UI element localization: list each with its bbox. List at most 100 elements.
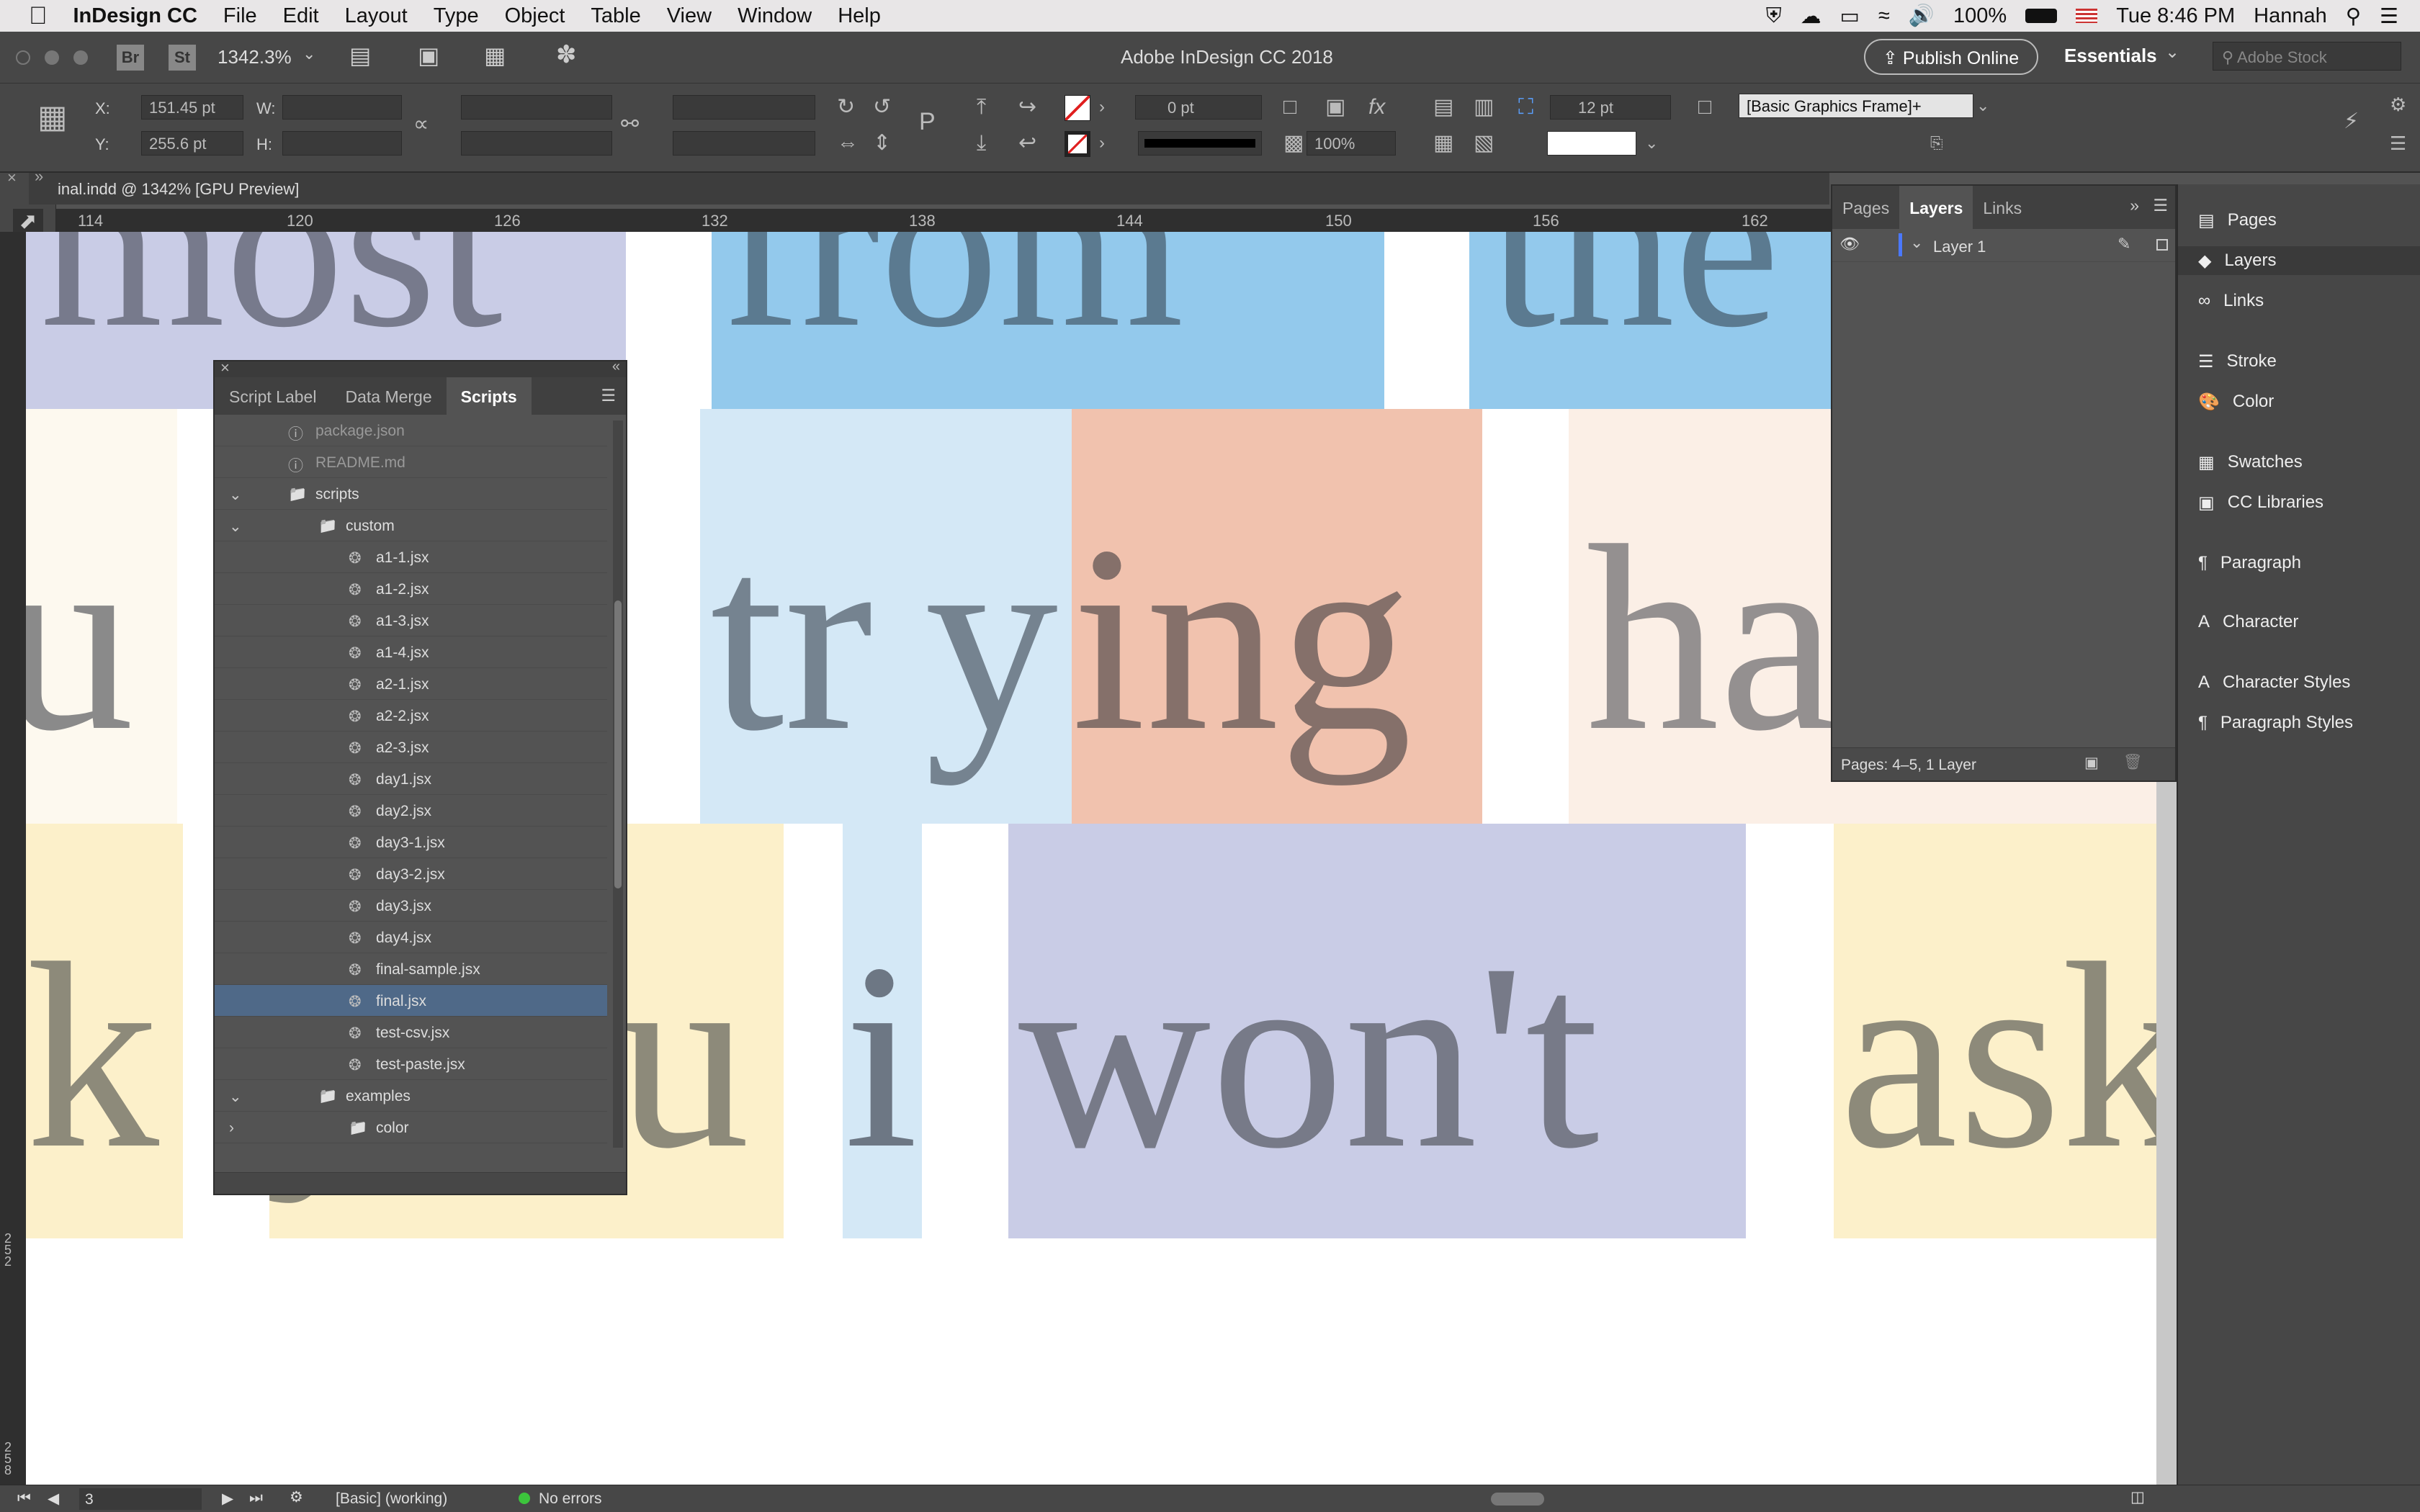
menu-layout[interactable]: Layout: [345, 4, 408, 28]
drop-shadow-icon[interactable]: ▣: [1325, 95, 1345, 120]
menu-table[interactable]: Table: [591, 4, 640, 28]
corner-size-field[interactable]: 12 pt: [1550, 95, 1671, 120]
script-row[interactable]: ❂ a1-2.jsx: [215, 573, 607, 605]
align-bottom-icon[interactable]: ▧: [1474, 131, 1494, 156]
stock-button[interactable]: St: [169, 45, 196, 71]
script-row[interactable]: ❂ day3-1.jsx: [215, 827, 607, 858]
horizontal-ruler[interactable]: 114 120 126 132 138 144 150 156 162: [56, 209, 1835, 232]
menu-edit[interactable]: Edit: [283, 4, 319, 28]
chevron-down-icon[interactable]: ⌄: [229, 1088, 242, 1106]
shield-icon[interactable]: ⛨: [1766, 4, 1782, 28]
script-row[interactable]: ❂ day4.jsx: [215, 922, 607, 953]
script-row[interactable]: ❂ day1.jsx: [215, 763, 607, 795]
script-row[interactable]: ❂ day3-2.jsx: [215, 858, 607, 890]
script-folder-row[interactable]: › 📁 color: [215, 1112, 607, 1143]
tab-data-merge[interactable]: Data Merge: [331, 377, 446, 415]
first-page-icon[interactable]: ⏮: [17, 1490, 31, 1507]
control-menu-icon[interactable]: ☰: [2390, 131, 2406, 156]
script-row[interactable]: ❂ final-sample.jsx: [215, 953, 607, 985]
panel-menu-icon[interactable]: ☰: [591, 377, 626, 415]
align-justify-icon[interactable]: ▦: [1433, 131, 1453, 156]
publish-feather-icon[interactable]: ✽: [556, 40, 577, 69]
stroke-swatch[interactable]: [1065, 131, 1090, 157]
tab-layers[interactable]: Layers: [1899, 186, 1973, 229]
creative-cloud-icon[interactable]: ☁: [1801, 4, 1821, 29]
battery-percent[interactable]: 100%: [1953, 4, 2007, 28]
flip-horizontal-icon[interactable]: ⇔: [837, 131, 859, 156]
rotation-field[interactable]: [673, 95, 815, 120]
apple-menu-icon[interactable]: : [29, 2, 48, 30]
workspace-switcher[interactable]: Essentials: [2064, 45, 2157, 67]
script-row[interactable]: ❂ a1-3.jsx: [215, 605, 607, 636]
script-row[interactable]: ❂ day2.jsx: [215, 795, 607, 827]
view-options-icon[interactable]: ▤: [349, 42, 371, 69]
stroke-type-select[interactable]: [1138, 131, 1262, 156]
chevron-right-icon[interactable]: ›: [229, 1120, 234, 1137]
corner-shape-select[interactable]: [1547, 131, 1636, 156]
tab-scripts[interactable]: Scripts: [446, 377, 532, 415]
dock-character-styles[interactable]: A Character Styles: [2198, 668, 2350, 697]
script-folder-row[interactable]: ⌄ 📁 examples: [215, 1080, 607, 1112]
object-style-icon[interactable]: □: [1698, 95, 1711, 120]
align-center-icon[interactable]: ▥: [1474, 95, 1494, 120]
preflight-profile[interactable]: [Basic] (working): [336, 1490, 447, 1508]
fill-arrow-icon[interactable]: ›: [1099, 95, 1105, 120]
chevron-down-icon[interactable]: ⌄: [229, 486, 242, 504]
wifi-icon[interactable]: ≈: [1878, 4, 1890, 28]
dock-links[interactable]: ∞ Links: [2198, 287, 2264, 315]
maximize-window-button[interactable]: [73, 50, 88, 65]
document-tab[interactable]: inal.indd @ 1342% [GPU Preview]: [29, 173, 1829, 204]
next-page-icon[interactable]: ▶: [222, 1490, 233, 1508]
script-row[interactable]: ❂ a1-4.jsx: [215, 636, 607, 668]
canvas-word[interactable]: i: [844, 923, 918, 1189]
link-scale-icon[interactable]: ⚯: [621, 112, 639, 137]
script-row[interactable]: ❂ a2-3.jsx: [215, 732, 607, 763]
select-container-icon[interactable]: ⤒: [977, 95, 986, 120]
scripts-panel-collapse-icon[interactable]: «: [612, 359, 620, 375]
dock-swatches[interactable]: ▦ Swatches: [2198, 448, 2303, 477]
battery-icon[interactable]: [2025, 9, 2058, 23]
minimize-window-button[interactable]: [45, 50, 59, 65]
previous-page-icon[interactable]: ◀: [48, 1490, 59, 1508]
quick-apply-icon[interactable]: ⚡: [2344, 109, 2359, 134]
horizontal-scrollbar[interactable]: [663, 1491, 2103, 1507]
canvas-word[interactable]: ask: [1839, 923, 2156, 1189]
layer-name[interactable]: Layer 1: [1933, 238, 1986, 256]
scale-x-field[interactable]: [461, 95, 612, 120]
menu-object[interactable]: Object: [505, 4, 565, 28]
zoom-level[interactable]: 1342.3%: [218, 46, 292, 68]
canvas-word[interactable]: k: [26, 923, 159, 1189]
flag-icon[interactable]: [2076, 9, 2098, 23]
script-row[interactable]: ❂ test-paste.jsx: [215, 1048, 607, 1080]
layer-expand-icon[interactable]: ⌄: [1910, 233, 1923, 252]
dock-cc-libraries[interactable]: ▣ CC Libraries: [2198, 488, 2323, 517]
split-view-icon[interactable]: ◫: [2130, 1488, 2145, 1506]
script-file-row[interactable]: ⓘ package.json: [215, 415, 607, 446]
canvas-word[interactable]: ing: [1072, 505, 1412, 772]
preflight-errors[interactable]: No errors: [539, 1490, 602, 1508]
canvas-word[interactable]: tr: [710, 505, 873, 772]
rotate-counterclockwise-icon[interactable]: ↺: [873, 95, 891, 120]
settings-gear-icon[interactable]: ⚙: [2390, 92, 2406, 117]
stroke-arrow-icon[interactable]: ›: [1099, 131, 1105, 156]
notification-center-icon[interactable]: ☰: [2380, 4, 2398, 29]
arrange-documents-icon[interactable]: ▦: [484, 42, 506, 69]
menu-window[interactable]: Window: [738, 4, 812, 28]
canvas-word[interactable]: ou: [26, 505, 134, 772]
page-number-field[interactable]: 3: [79, 1488, 202, 1510]
corner-options-icon[interactable]: ⛶: [1518, 95, 1533, 120]
stock-search-input[interactable]: ⚲ Adobe Stock: [2213, 42, 2401, 71]
spotlight-search-icon[interactable]: ⚲: [2346, 4, 2361, 29]
clear-overrides-icon[interactable]: ⎘: [1930, 131, 1943, 156]
zoom-dropdown-icon[interactable]: ⌄: [302, 45, 315, 63]
close-window-button[interactable]: [16, 50, 30, 65]
script-row[interactable]: ❂ a1-1.jsx: [215, 541, 607, 573]
menu-file[interactable]: File: [223, 4, 257, 28]
visibility-eye-icon[interactable]: 👁: [1839, 235, 1860, 253]
dock-layers[interactable]: ◆ Layers: [2178, 246, 2420, 275]
dock-paragraph-styles[interactable]: ¶ Paragraph Styles: [2198, 708, 2353, 737]
new-layer-icon[interactable]: ▣: [2084, 754, 2099, 772]
screen-mode-icon[interactable]: ▣: [418, 42, 439, 69]
tab-pages[interactable]: Pages: [1832, 186, 1899, 229]
workspace-chevron-icon[interactable]: ⌄: [2165, 42, 2179, 63]
